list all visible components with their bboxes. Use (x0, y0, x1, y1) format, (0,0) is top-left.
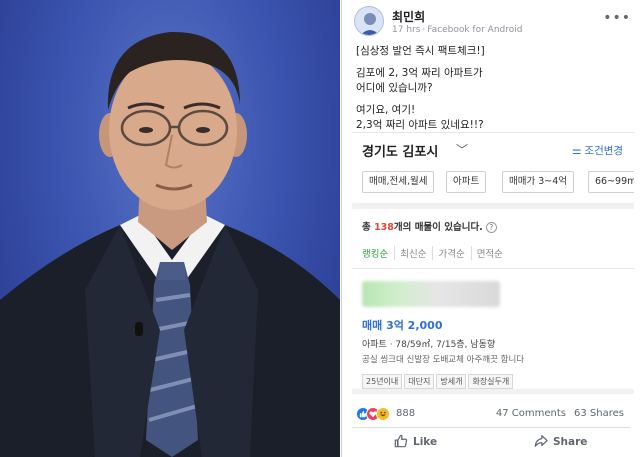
listing-detail: 아파트 · 78/59㎡, 7/15층, 남동향 (362, 340, 496, 350)
actions-divider (352, 427, 630, 428)
post-stats: 888 47 Comments 63 Shares (356, 407, 626, 423)
like-button[interactable]: Like (394, 434, 437, 448)
author-avatar[interactable] (354, 6, 384, 36)
portrait-illustration (0, 31, 340, 457)
listing-total: 총 138개의 매물이 있습니다.? (362, 219, 497, 233)
total-prefix: 총 (362, 222, 375, 233)
post-text: [심상정 발언 즉시 팩트체크!] 김포에 2, 3억 짜리 아파트가 어디에 … (356, 44, 626, 140)
share-label: Share (553, 436, 588, 448)
listing-tags: 25년이내 대단지 방세개 화장실두개 (362, 369, 515, 389)
sort-tab-price: 가격순 (438, 246, 472, 260)
region-header: 경기도 김포시 ﹀ ⚌ 조건변경 (362, 141, 634, 161)
post-actions: Like Share (352, 430, 630, 454)
post-header: 최민희 17 hrs · Facebook for Android ••• (350, 4, 635, 38)
sort-tab-area: 면적순 (476, 249, 503, 260)
haha-reaction-icon (376, 407, 390, 421)
post-meta: 17 hrs · Facebook for Android (392, 25, 522, 35)
sort-tab-latest: 최신순 (400, 246, 434, 260)
sort-tab-ranking: 랭킹순 (362, 246, 396, 260)
filter-icon: ⚌ (572, 145, 582, 157)
author-name[interactable]: 최민희 (392, 8, 425, 25)
filter-chip: 66~99m (588, 171, 634, 193)
meta-separator: · (422, 25, 426, 35)
help-icon: ? (485, 222, 497, 233)
facebook-post: 최민희 17 hrs · Facebook for Android ••• [심상정… (341, 0, 640, 457)
chevron-down-icon: ﹀ (456, 143, 469, 157)
total-suffix: 개의 매물이 있습니다. (393, 222, 483, 233)
post-text-line: 여기요, 여기! (356, 103, 416, 116)
filter-chip: 아파트 (446, 171, 487, 193)
filter-edit-label: 조건변경 (584, 145, 624, 157)
post-text-line: 김포에 2, 3억 짜리 아파트가 (356, 66, 483, 79)
post-text-line: [심상정 발언 즉시 팩트체크!] (356, 45, 485, 57)
divider (352, 268, 634, 269)
sort-tabs: 랭킹순 최신순 가격순 면적순 (362, 246, 514, 262)
filter-chips: 매매,전세,월세 아파트 매매가 3~4억 66~99m (362, 171, 634, 193)
thumbs-up-icon (394, 434, 408, 448)
post-text-line: 어디에 있습니까? (356, 82, 433, 94)
listing-tag: 대단지 (404, 374, 435, 389)
listing-description: 공실 씽크대 신발장 도배교체 아주깨끗 합니다 (362, 355, 525, 365)
more-options-button[interactable]: ••• (603, 10, 631, 26)
listing-tag: 화장실두개 (468, 374, 514, 389)
listing-tag: 방세개 (436, 374, 467, 389)
share-button[interactable]: Share (534, 434, 587, 448)
total-count: 138 (374, 222, 394, 233)
filter-chip: 매매,전세,월세 (362, 171, 435, 193)
share-arrow-icon (534, 435, 548, 447)
post-source: Facebook for Android (427, 25, 523, 35)
comments-shares: 47 Comments 63 Shares (496, 408, 624, 419)
portrait-photo (0, 0, 340, 457)
post-time[interactable]: 17 hrs (392, 25, 420, 35)
shares-count-link[interactable]: 63 Shares (574, 408, 624, 419)
filter-chip: 매매가 3~4억 (502, 171, 575, 193)
embedded-listing-screenshot[interactable]: 경기도 김포시 ﹀ ⚌ 조건변경 매매,전세,월세 아파트 매매가 3~4억 66… (352, 132, 634, 394)
region-title: 경기도 김포시 (362, 145, 439, 160)
listing-tag: 25년이내 (362, 374, 403, 389)
blurred-listing-name (362, 281, 500, 307)
reaction-count: 888 (396, 408, 416, 419)
comments-count-link[interactable]: 47 Comments (496, 408, 566, 419)
filter-edit-link: ⚌ 조건변경 (572, 143, 623, 158)
section-divider (352, 389, 634, 394)
like-label: Like (413, 436, 438, 448)
avatar-image (360, 13, 380, 35)
section-divider (352, 203, 634, 209)
listing-price: 매매 3억 2,000 (362, 319, 443, 332)
